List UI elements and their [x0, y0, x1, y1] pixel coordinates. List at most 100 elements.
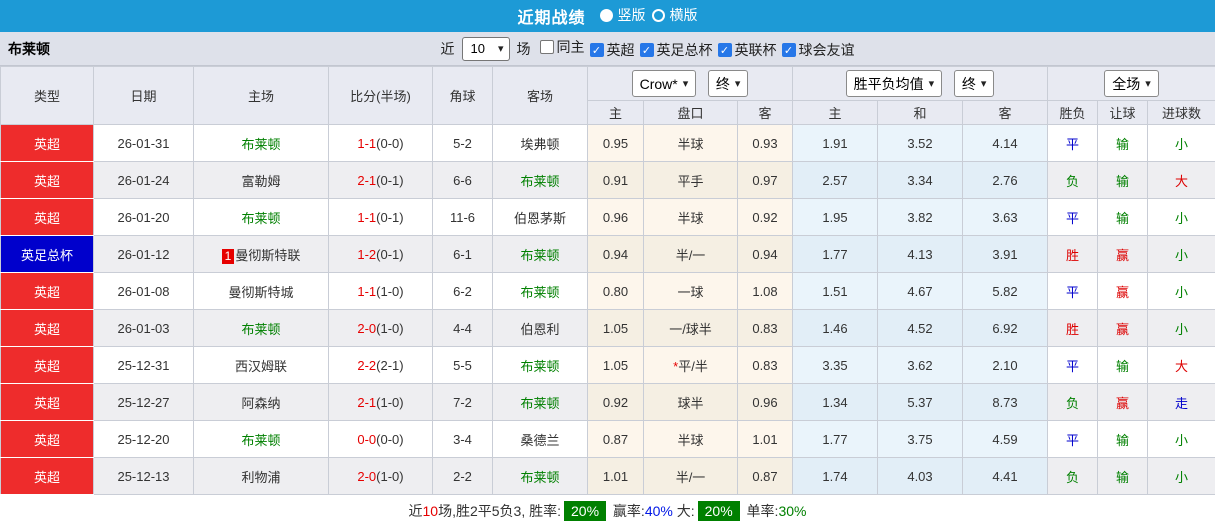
league-checkbox-0[interactable]: ✓ 英超: [589, 40, 635, 60]
avg-lose-cell: 4.59: [962, 420, 1048, 458]
subheader-goals-result: 进球数: [1146, 100, 1215, 125]
avg-lose-cell: 2.10: [962, 346, 1048, 384]
handicap-odds-away-cell: 0.87: [737, 457, 793, 495]
layout-radio-horizontal[interactable]: 横版: [651, 5, 698, 25]
away-team-cell: 布莱顿: [492, 272, 588, 310]
fulltime-score: 2-1: [357, 172, 377, 188]
result-cell: 平: [1047, 198, 1098, 236]
date-cell: 25-12-13: [93, 457, 194, 495]
result-cell: 胜: [1047, 235, 1098, 273]
team-label: 布莱顿: [520, 284, 560, 300]
avg-win-cell: 1.34: [792, 383, 878, 421]
avg-win-cell: 1.51: [792, 272, 878, 310]
rate-badge: 20%: [697, 500, 740, 521]
team-label: 布莱顿: [520, 469, 560, 485]
home-team-cell: 阿森纳: [193, 383, 329, 421]
layout-radio-vertical[interactable]: 竖版: [599, 5, 646, 25]
away-team-cell: 桑德兰: [492, 420, 588, 458]
home-team-cell: 布莱顿: [193, 124, 329, 162]
avg-lose-cell: 6.92: [962, 309, 1048, 347]
subheader-odds-away: 客: [737, 100, 793, 125]
handicap-result-cell: 输: [1097, 457, 1148, 495]
league-type-cell: 英超: [0, 124, 94, 162]
avg-lose-cell: 4.41: [962, 457, 1048, 495]
halftime-score: (1-0): [376, 320, 404, 336]
league-type-cell: 英足总杯: [0, 235, 94, 273]
filters: 近 10 ▾ 场 同主 ✓ 英超 ✓ 英足总杯 ✓ 英联杯 ✓ 球会友谊: [440, 36, 855, 61]
avg-win-cell: 1.95: [792, 198, 878, 236]
home-team-cell: 西汉姆联: [193, 346, 329, 384]
league-type-cell: 英超: [0, 198, 94, 236]
goals-result-cell: 大: [1146, 346, 1215, 384]
avg-draw-cell: 3.75: [877, 420, 963, 458]
checkbox-label: 球会友谊: [798, 42, 855, 59]
checkbox-label: 同主: [556, 38, 585, 55]
handicap-odds-home-cell: 0.91: [587, 161, 644, 199]
avg-lose-cell: 4.14: [962, 124, 1048, 162]
goals-result-cell: 小: [1146, 309, 1215, 347]
team-label: 桑德兰: [520, 432, 560, 448]
match-row: 英足总杯 26-01-12 1 曼彻斯特联 1-2(0-1) 6-1 布莱顿 0.94 半/一 0…: [0, 235, 1215, 273]
league-checkbox-2[interactable]: ✓ 英联杯: [717, 40, 777, 60]
goals-result-cell: 大: [1146, 161, 1215, 199]
summary-segment: 场,胜2平5负3, 胜率:: [438, 502, 562, 519]
away-team-cell: 布莱顿: [492, 235, 588, 273]
unchecked-checkbox-icon: [539, 39, 554, 54]
scope-select[interactable]: 全场 ▾: [1104, 70, 1159, 97]
handicap-result-cell: 输: [1097, 420, 1148, 458]
recent-count-select[interactable]: 10 ▾: [461, 36, 510, 61]
result-cell: 负: [1047, 161, 1098, 199]
subheader-avg-lose: 客: [962, 100, 1048, 125]
team-label: 布莱顿: [241, 136, 281, 152]
handicap-line-cell: 一/球半: [643, 309, 738, 347]
match-row: 英超 26-01-08 曼彻斯特城 1-1(1-0) 6-2 布莱顿 0.80 一球 1.08 1…: [0, 272, 1215, 310]
match-row: 英超 25-12-13 利物浦 2-0(1-0) 2-2 布莱顿 1.01 半/一 0.87 1.…: [0, 457, 1215, 495]
team-label: 伯恩茅斯: [513, 210, 566, 226]
fulltime-score: 1-2: [357, 246, 377, 262]
avg-draw-cell: 3.62: [877, 346, 963, 384]
team-label: 利物浦: [241, 469, 281, 485]
league-type-cell: 英超: [0, 383, 94, 421]
avg-odds-select[interactable]: 胜平负均值 ▾: [845, 70, 943, 97]
same-home-checkbox[interactable]: 同主: [539, 37, 585, 57]
summary-segment: 40%: [644, 502, 673, 519]
avg-win-cell: 3.35: [792, 346, 878, 384]
handicap-odds-away-cell: 1.01: [737, 420, 793, 458]
handicap-line-cell: 半/一: [643, 235, 738, 273]
rank-badge: 1: [221, 248, 235, 264]
league-checkbox-1[interactable]: ✓ 英足总杯: [639, 40, 713, 60]
handicap-odds-home-cell: 0.80: [587, 272, 644, 310]
home-team-cell: 富勒姆: [193, 161, 329, 199]
recent-label: 近: [440, 40, 455, 57]
handicap-line-cell: 一球: [643, 272, 738, 310]
away-team-cell: 伯恩利: [492, 309, 588, 347]
match-row: 英超 26-01-20 布莱顿 1-1(0-1) 11-6 伯恩茅斯 0.96 半球 0.92 1…: [0, 198, 1215, 236]
checked-checkbox-icon: ✓: [781, 43, 796, 58]
checked-checkbox-icon: ✓: [717, 43, 732, 58]
result-cell: 负: [1047, 457, 1098, 495]
recent-suffix-label: 场: [516, 40, 531, 57]
away-team-cell: 布莱顿: [492, 346, 588, 384]
halftime-score: (2-1): [376, 357, 404, 373]
odds-company-select[interactable]: Crow* ▾: [631, 70, 697, 97]
checked-checkbox-icon: ✓: [589, 43, 604, 58]
team-label: 阿森纳: [241, 395, 281, 411]
chevron-down-icon: ▾: [980, 78, 987, 90]
corner-cell: 2-2: [432, 457, 493, 495]
corner-cell: 4-4: [432, 309, 493, 347]
score-cell: 1-1(0-1): [328, 198, 433, 236]
avg-time-select[interactable]: 终 ▾: [953, 70, 995, 97]
handicap-text: 平/半: [678, 358, 708, 374]
league-checkbox-3[interactable]: ✓ 球会友谊: [781, 40, 855, 60]
subheader-avg-draw: 和: [877, 100, 963, 125]
halftime-score: (1-0): [376, 283, 404, 299]
radio-icon: [599, 8, 613, 22]
odds-time-select[interactable]: 终 ▾: [707, 70, 749, 97]
column-header-corner: 角球: [432, 66, 493, 125]
avg-win-cell: 1.77: [792, 420, 878, 458]
handicap-result-cell: 输: [1097, 346, 1148, 384]
goals-result-cell: 小: [1146, 420, 1215, 458]
away-team-cell: 布莱顿: [492, 457, 588, 495]
corner-cell: 5-2: [432, 124, 493, 162]
handicap-odds-away-cell: 0.92: [737, 198, 793, 236]
